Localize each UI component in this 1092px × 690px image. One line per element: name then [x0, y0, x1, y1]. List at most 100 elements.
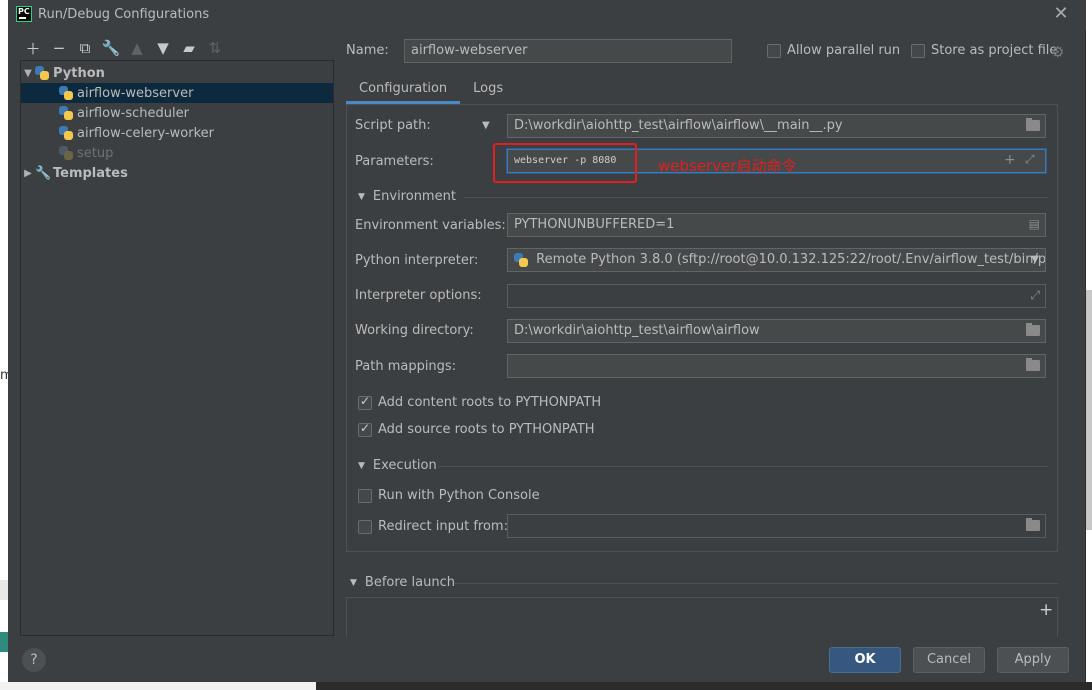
before-launch-label: Before launch	[364, 575, 456, 590]
script-path-value: D:\workdir\aiohttp_test\airflow\airflow\…	[514, 118, 843, 133]
environment-section-toggle[interactable]: ▼ Environment	[358, 189, 456, 204]
environment-section-label: Environment	[372, 189, 456, 204]
working-dir-field[interactable]: D:\workdir\aiohttp_test\airflow\airflow	[507, 319, 1046, 343]
redirect-input-label: Redirect input from:	[378, 519, 508, 534]
section-divider	[438, 466, 1048, 467]
checkbox-box[interactable]	[911, 43, 925, 58]
interp-options-field[interactable]: ⤢	[507, 284, 1046, 308]
redirect-input-field[interactable]	[507, 514, 1046, 538]
section-divider	[454, 583, 1058, 584]
apply-button[interactable]: Apply	[997, 647, 1069, 673]
move-down-icon[interactable]: ▼	[150, 38, 176, 58]
working-dir-label: Working directory:	[355, 323, 474, 338]
config-tree: ▼ Python airflow-webserver airflow-sched…	[20, 60, 334, 636]
interpreter-dropdown[interactable]: Remote Python 3.8.0 (sftp://root@10.0.13…	[507, 248, 1046, 272]
tree-item-setup[interactable]: setup	[21, 143, 333, 163]
tab-configuration[interactable]: Configuration	[346, 76, 461, 104]
run-console-checkbox[interactable]: Run with Python Console	[358, 488, 540, 503]
sort-icon[interactable]: ⇅	[202, 38, 228, 58]
tree-item-airflow-scheduler[interactable]: airflow-scheduler	[21, 103, 333, 123]
checkbox-box[interactable]	[767, 43, 781, 58]
chevron-down-icon[interactable]: ▼	[1031, 254, 1039, 265]
add-source-roots-checkbox[interactable]: Add source roots to PYTHONPATH	[358, 421, 595, 437]
ok-button[interactable]: OK	[829, 647, 901, 673]
add-content-roots-checkbox[interactable]: Add content roots to PYTHONPATH	[358, 394, 602, 410]
python-icon	[59, 106, 73, 120]
remote-python-icon	[514, 252, 528, 267]
interpreter-label: Python interpreter:	[355, 253, 479, 268]
tree-item-label: airflow-celery-worker	[77, 125, 214, 141]
expand-arrow-icon[interactable]: ▼	[21, 68, 35, 79]
tree-group-label: Templates	[53, 165, 128, 181]
allow-parallel-checkbox[interactable]: Allow parallel run	[767, 43, 900, 58]
window-title: Run/Debug Configurations	[38, 7, 210, 22]
python-icon	[59, 146, 73, 160]
working-dir-value: D:\workdir\aiohttp_test\airflow\airflow	[514, 323, 760, 338]
execution-section-toggle[interactable]: ▼ Execution	[358, 458, 437, 473]
script-type-dropdown-icon[interactable]: ▼	[482, 120, 490, 131]
new-folder-icon[interactable]: ▰	[176, 38, 202, 58]
tree-item-airflow-webserver[interactable]: airflow-webserver	[21, 83, 333, 103]
tree-group-python[interactable]: ▼ Python	[21, 63, 333, 83]
env-vars-field[interactable]: PYTHONUNBUFFERED=1 ▤	[507, 213, 1046, 237]
title-bar: PC Run/Debug Configurations ✕	[8, 0, 1086, 30]
close-icon[interactable]: ✕	[1052, 5, 1070, 23]
remove-icon[interactable]: −	[46, 38, 72, 58]
tree-item-airflow-celery-worker[interactable]: airflow-celery-worker	[21, 123, 333, 143]
tree-item-label: airflow-scheduler	[77, 105, 189, 121]
add-task-icon[interactable]: +	[1039, 600, 1053, 620]
expand-arrow-icon[interactable]: ▶	[21, 168, 35, 179]
tab-logs[interactable]: Logs	[460, 76, 516, 104]
tree-group-templates[interactable]: ▶ 🔧 Templates	[21, 163, 333, 183]
add-icon[interactable]: ＋	[20, 38, 46, 58]
folder-icon[interactable]	[1026, 518, 1040, 531]
tree-item-label: setup	[77, 145, 114, 161]
checkbox-box[interactable]	[358, 519, 372, 534]
allow-parallel-label: Allow parallel run	[787, 43, 901, 58]
add-source-roots-label: Add source roots to PYTHONPATH	[378, 422, 595, 437]
folder-icon[interactable]	[1026, 323, 1040, 336]
name-input[interactable]: airflow-webserver	[404, 39, 732, 63]
background-block	[0, 632, 8, 652]
folder-icon[interactable]	[1026, 358, 1040, 371]
checkbox-box[interactable]	[358, 394, 372, 410]
gear-icon[interactable]: ⚙	[1051, 43, 1064, 61]
add-content-roots-label: Add content roots to PYTHONPATH	[378, 395, 602, 410]
parameters-label: Parameters:	[355, 154, 434, 169]
background-scrollbar	[1086, 290, 1092, 530]
checkbox-box[interactable]	[358, 488, 372, 503]
store-project-label: Store as project file	[931, 43, 1058, 58]
config-tabs: Configuration Logs	[346, 76, 516, 104]
interpreter-value: Remote Python 3.8.0 (sftp://root@10.0.13…	[536, 252, 1046, 267]
background-window-right	[1086, 0, 1092, 690]
expand-icon[interactable]: ⤢	[1025, 152, 1035, 167]
before-launch-toggle[interactable]: ▼ Before launch	[350, 575, 455, 590]
move-up-icon[interactable]: ▲	[124, 38, 150, 58]
python-icon	[35, 66, 49, 80]
checkbox-box[interactable]	[358, 421, 372, 437]
env-vars-label: Environment variables:	[355, 218, 506, 233]
tree-item-label: airflow-webserver	[77, 85, 194, 101]
copy-icon[interactable]: ⧉	[72, 38, 98, 58]
python-icon	[59, 126, 73, 140]
pycharm-logo-icon: PC	[16, 6, 32, 22]
edit-list-icon[interactable]: ▤	[1029, 217, 1040, 231]
folder-icon[interactable]	[1026, 118, 1040, 131]
cancel-button[interactable]: Cancel	[913, 647, 985, 673]
tree-group-label: Python	[53, 65, 105, 81]
store-project-checkbox[interactable]: Store as project file	[911, 43, 1057, 58]
env-vars-value: PYTHONUNBUFFERED=1	[514, 217, 675, 232]
add-parameter-icon[interactable]: +	[1004, 152, 1016, 168]
background-window-left: m	[0, 0, 13, 690]
script-path-field[interactable]: D:\workdir\aiohttp_test\airflow\airflow\…	[507, 114, 1046, 138]
wrench-icon[interactable]: 🔧	[98, 38, 124, 58]
help-button[interactable]: ?	[22, 648, 46, 672]
name-label: Name:	[346, 43, 389, 58]
path-mappings-field[interactable]	[507, 354, 1046, 378]
annotation-highlight-box	[493, 143, 637, 183]
before-launch-list[interactable]	[346, 597, 1058, 637]
wrench-icon: 🔧	[35, 165, 52, 181]
expand-icon[interactable]: ⤢	[1030, 288, 1040, 303]
config-toolbar: ＋ − ⧉ 🔧 ▲ ▼ ▰ ⇅	[20, 38, 228, 58]
redirect-input-checkbox[interactable]: Redirect input from:	[358, 519, 508, 534]
